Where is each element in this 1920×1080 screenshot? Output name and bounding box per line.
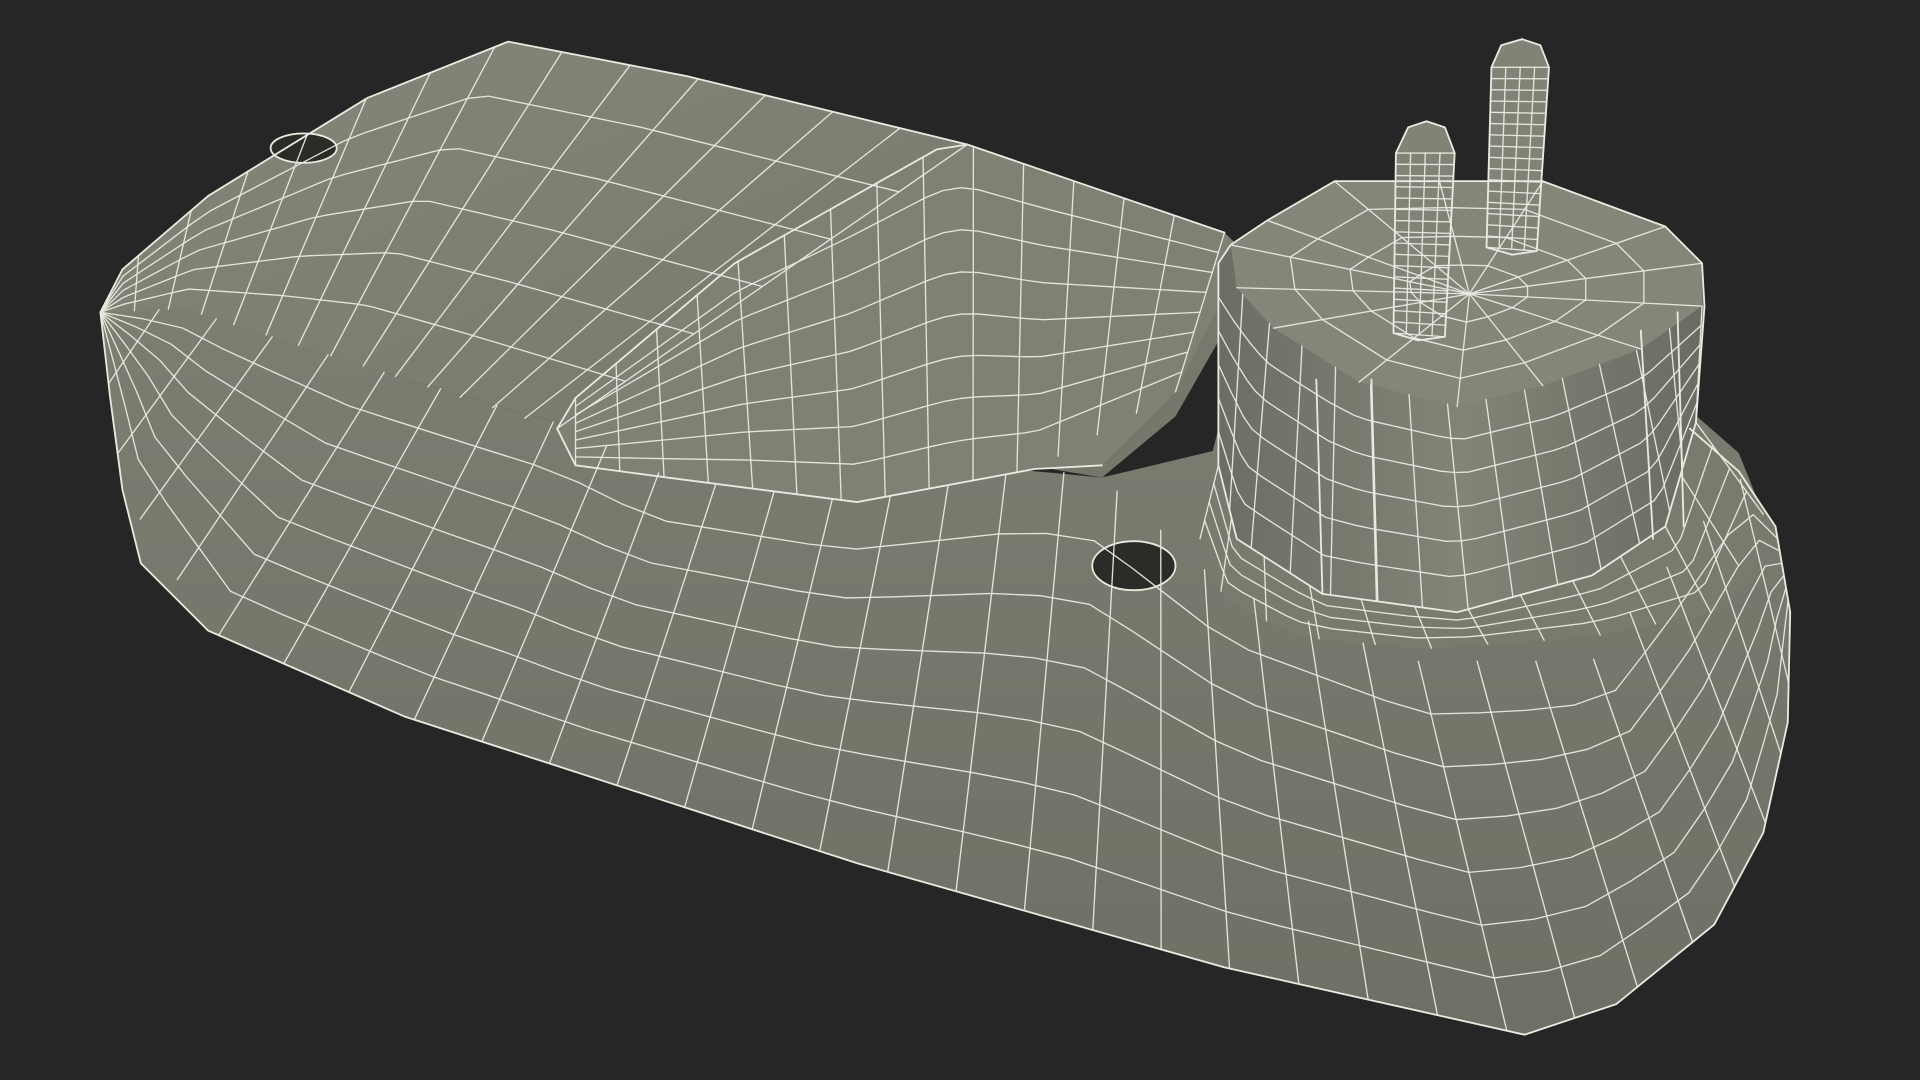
wireframe-render bbox=[99, 38, 1792, 1036]
plug-pin-left bbox=[1393, 121, 1455, 341]
render-viewport bbox=[0, 0, 1920, 1080]
